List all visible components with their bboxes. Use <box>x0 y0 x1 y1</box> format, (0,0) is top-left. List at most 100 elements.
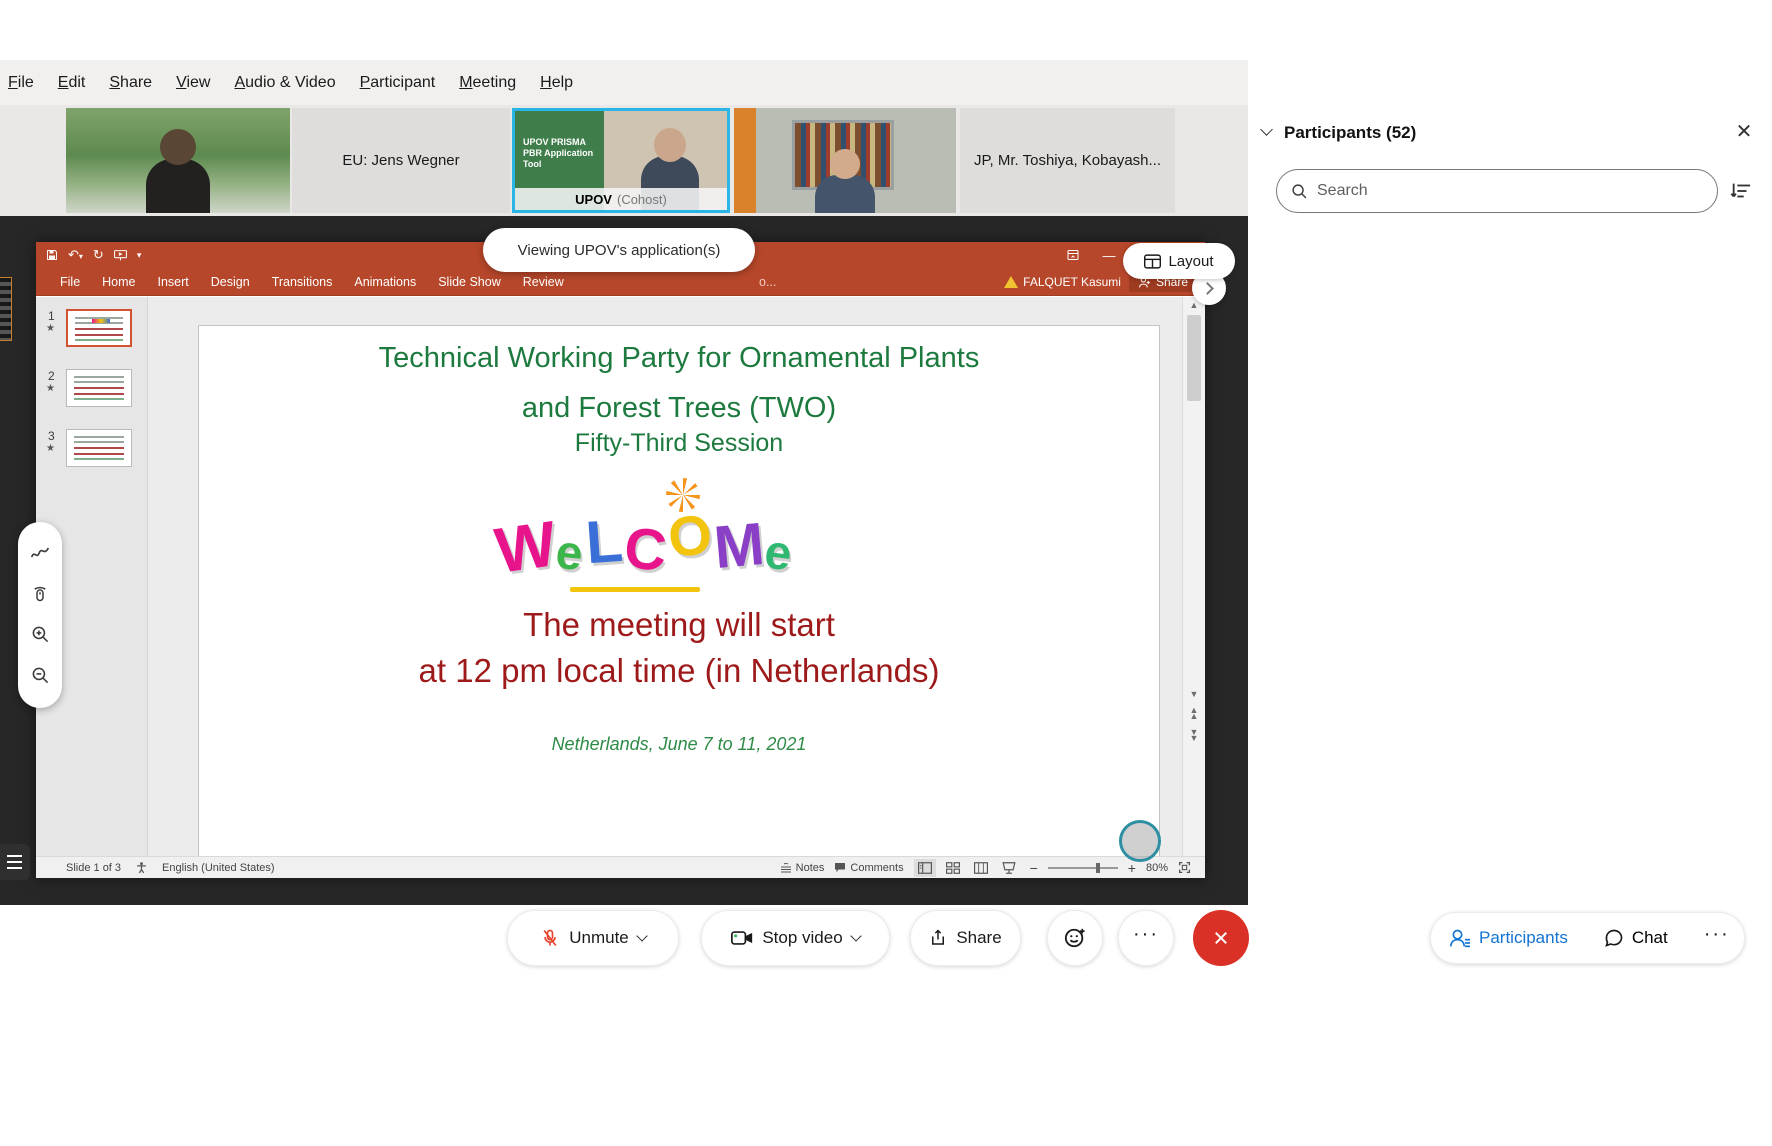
slide-body-line2: at 12 pm local time (in Netherlands) <box>199 648 1159 694</box>
meeting-control-bar: Unmute Stop video Share ··· Participants <box>0 905 1772 990</box>
leave-x-icon <box>1212 929 1230 947</box>
unmute-button[interactable]: Unmute <box>507 910 679 966</box>
reactions-button[interactable] <box>1047 910 1103 966</box>
minimize-icon[interactable]: — <box>1091 242 1127 268</box>
scroll-down-icon[interactable]: ▼ <box>1183 689 1205 699</box>
slide-sorter-view-button[interactable] <box>942 859 964 877</box>
participant-search-box[interactable] <box>1276 169 1718 213</box>
close-panel-icon[interactable]: ✕ <box>1730 117 1758 145</box>
layout-button[interactable]: Layout <box>1123 243 1235 279</box>
scrollbar-thumb[interactable] <box>1187 315 1201 401</box>
welcome-letter: C <box>621 514 669 584</box>
participant-video-figure <box>146 159 210 213</box>
qat-customize-icon[interactable]: ▾ <box>137 250 142 261</box>
ribbon-tabs: File Home Insert Design Transitions Animation… <box>56 273 568 291</box>
notes-button[interactable]: Notes <box>780 862 825 874</box>
chevron-down-icon[interactable] <box>1260 123 1273 136</box>
slide-preview <box>66 369 132 407</box>
accessibility-icon[interactable] <box>135 861 148 874</box>
start-presentation-icon[interactable] <box>114 250 127 261</box>
chevron-down-icon[interactable] <box>636 930 647 941</box>
slide-thumbnail-2[interactable]: 2★ <box>36 369 147 413</box>
animation-star-icon: ★ <box>46 383 55 394</box>
panel-toggle-group: Participants Chat ··· <box>1430 912 1745 964</box>
welcome-letter: e <box>762 524 795 582</box>
menu-file[interactable]: File <box>8 74 34 92</box>
chevron-down-icon[interactable] <box>850 930 861 941</box>
participants-toggle-button[interactable]: Participants <box>1431 913 1586 963</box>
video-tile-toshiya[interactable]: JP, Mr. Toshiya, Kobayash... <box>960 108 1175 213</box>
slide-number: 1 <box>48 309 55 323</box>
remote-control-icon[interactable] <box>31 583 49 603</box>
menu-participant[interactable]: Participant <box>360 74 436 92</box>
zoom-out-button[interactable]: − <box>1030 860 1038 876</box>
ribbon-tab-file[interactable]: File <box>56 273 84 291</box>
annotate-icon[interactable] <box>30 545 50 561</box>
normal-view-button[interactable] <box>914 859 936 877</box>
active-speaker-label: UPOV (Cohost) <box>515 188 727 210</box>
participant-video-figure <box>815 175 875 213</box>
mic-muted-icon <box>540 928 560 948</box>
menu-meeting[interactable]: Meeting <box>459 74 516 92</box>
ribbon-tab-transitions[interactable]: Transitions <box>268 273 337 291</box>
slide[interactable]: Technical Working Party for Ornamental P… <box>198 325 1160 856</box>
redo-icon[interactable]: ↻ <box>93 247 104 263</box>
save-icon[interactable] <box>46 249 58 261</box>
zoom-in-icon[interactable] <box>31 625 50 644</box>
share-panel-grip[interactable] <box>0 277 12 341</box>
menu-help[interactable]: Help <box>540 74 573 92</box>
participants-icon <box>1449 928 1471 948</box>
leave-meeting-button[interactable] <box>1193 910 1249 966</box>
menu-edit[interactable]: Edit <box>58 74 86 92</box>
ribbon-tab-review[interactable]: Review <box>519 273 568 291</box>
menu-audio-video[interactable]: Audio & Video <box>234 74 335 92</box>
animation-star-icon: ★ <box>46 443 55 454</box>
remote-pointer-indicator <box>1119 820 1161 862</box>
slide-thumbnail-1[interactable]: 1★ <box>36 309 147 353</box>
video-tile-jens-wegner[interactable]: EU: Jens Wegner <box>292 108 510 213</box>
ellipsis-icon: ··· <box>1133 923 1159 946</box>
sort-participants-icon[interactable] <box>1730 180 1752 202</box>
video-tile-upov-active[interactable]: UPOV PRISMA PBR Application Tool UPOV (C… <box>512 108 730 213</box>
menu-view[interactable]: View <box>176 74 210 92</box>
video-tile-4[interactable] <box>734 108 956 213</box>
slide-preview <box>66 309 132 347</box>
slideshow-view-button[interactable] <box>998 859 1020 877</box>
chat-toggle-button[interactable]: Chat <box>1586 913 1686 963</box>
previous-slide-icon[interactable]: ▲▲ <box>1183 707 1205 719</box>
ribbon-tab-design[interactable]: Design <box>207 273 254 291</box>
zoom-slider[interactable] <box>1048 867 1118 869</box>
share-content-button[interactable]: Share <box>910 910 1021 966</box>
slide-body-line1: The meeting will start <box>199 602 1159 648</box>
ribbon-tab-animations[interactable]: Animations <box>350 273 420 291</box>
ribbon-tab-insert[interactable]: Insert <box>154 273 193 291</box>
video-tile-1[interactable] <box>66 108 290 213</box>
zoom-slider-thumb[interactable] <box>1096 863 1100 873</box>
zoom-out-icon[interactable] <box>31 666 50 685</box>
search-input[interactable] <box>1317 182 1677 200</box>
more-options-button[interactable]: ··· <box>1118 910 1174 966</box>
slide-thumbnail-3[interactable]: 3★ <box>36 429 147 473</box>
slide-title-line2: and Forest Trees (TWO) <box>199 390 1159 426</box>
fit-slide-icon[interactable] <box>1178 861 1191 874</box>
ppt-vertical-scrollbar[interactable]: ▲ ▼ ▲▲ ▼▼ <box>1182 297 1205 856</box>
comments-button[interactable]: Comments <box>834 862 903 874</box>
zoom-in-button[interactable]: + <box>1128 860 1136 876</box>
ribbon-tab-slide-show[interactable]: Slide Show <box>434 273 505 291</box>
video-strip: EU: Jens Wegner UPOV PRISMA PBR Applicat… <box>0 105 1248 216</box>
welcome-letter: L <box>584 505 625 576</box>
quick-access-toolbar: ↶▾ ↻ ▾ <box>46 247 141 263</box>
stop-video-button[interactable]: Stop video <box>701 910 890 966</box>
more-panels-button[interactable]: ··· <box>1686 913 1748 963</box>
menu-share[interactable]: Share <box>109 74 152 92</box>
language-status[interactable]: English (United States) <box>162 862 275 874</box>
reading-view-button[interactable] <box>970 859 992 877</box>
ribbon-tab-home[interactable]: Home <box>98 273 139 291</box>
ribbon-display-options-icon[interactable] <box>1055 242 1091 268</box>
meeting-dock-icon[interactable] <box>0 844 30 880</box>
zoom-percentage[interactable]: 80% <box>1146 862 1168 874</box>
undo-icon[interactable]: ↶▾ <box>68 247 83 263</box>
account-warning[interactable]: FALQUET Kasumi <box>1004 275 1121 289</box>
slide-preview <box>66 429 132 467</box>
next-slide-icon[interactable]: ▼▼ <box>1183 729 1205 741</box>
